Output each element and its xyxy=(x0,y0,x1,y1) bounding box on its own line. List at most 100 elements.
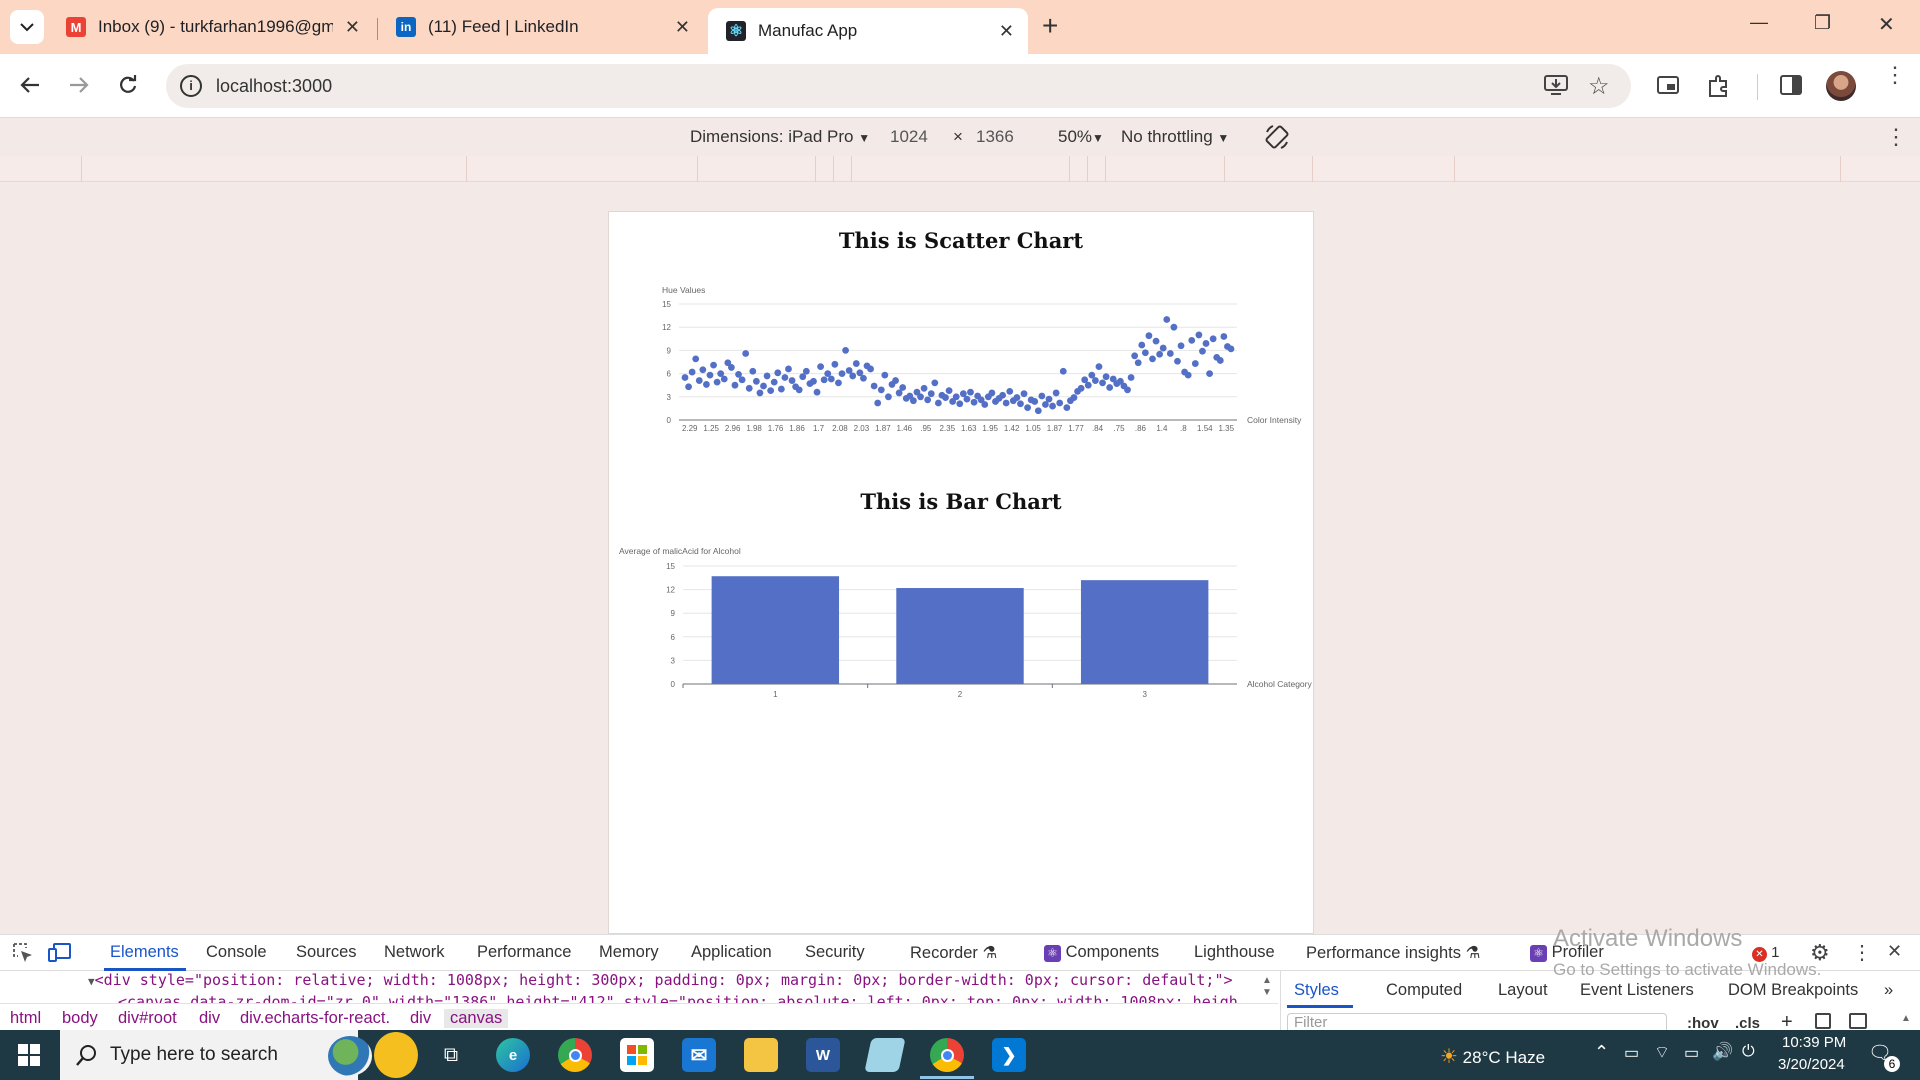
vscode-icon[interactable]: ❯ xyxy=(992,1038,1026,1072)
forward-button[interactable] xyxy=(63,69,95,101)
scatter-point xyxy=(1163,316,1171,323)
tab-styles[interactable]: Styles xyxy=(1294,981,1339,1000)
wifi-icon[interactable]: ⌔ xyxy=(1654,1042,1670,1063)
window-close-button[interactable]: ✕ xyxy=(1878,12,1895,37)
tab-application[interactable]: Application xyxy=(691,943,772,962)
minimize-button[interactable]: — xyxy=(1750,12,1768,33)
extensions-icon[interactable] xyxy=(1707,74,1731,103)
word-icon[interactable]: W xyxy=(806,1038,840,1072)
chrome-active-icon[interactable] xyxy=(930,1038,964,1072)
dom-tree-line[interactable]: ▼<div style="position: relative; width: … xyxy=(0,971,1278,993)
devtools-close-icon[interactable]: ✕ xyxy=(1887,941,1902,962)
tab-lighthouse[interactable]: Lighthouse xyxy=(1194,943,1275,962)
dom-tree-line[interactable]: <canvas data-zr-dom-id="zr_0" width="138… xyxy=(0,993,1278,1003)
tab-security[interactable]: Security xyxy=(805,943,865,962)
microsoft-store-icon[interactable] xyxy=(620,1038,654,1072)
clock-time[interactable]: 10:39 PM xyxy=(1782,1034,1846,1051)
tab-manufac-app[interactable]: ⚛ Manufac App ✕ xyxy=(708,8,1028,54)
mail-icon[interactable]: ✉ xyxy=(682,1038,716,1072)
scatter-point xyxy=(749,367,757,375)
tab-console[interactable]: Console xyxy=(206,943,267,962)
devtools-menu-icon[interactable]: ⋮ xyxy=(1852,940,1872,965)
breadcrumb-item-selected[interactable]: canvas xyxy=(444,1009,509,1028)
expand-triangle-icon[interactable]: ▼ xyxy=(88,975,95,988)
tab-linkedin[interactable]: in (11) Feed | LinkedIn ✕ xyxy=(378,8,704,46)
battery-icon[interactable]: ▭ xyxy=(1684,1043,1699,1063)
picture-in-picture-icon[interactable] xyxy=(1657,76,1679,99)
width-input[interactable]: 1024 xyxy=(890,127,928,147)
emulated-page-viewport: This is Scatter Chart Hue Values 0 3 6 9 12 15… xyxy=(608,211,1314,934)
power-status-icon[interactable]: ⏻ xyxy=(1742,1043,1755,1061)
tab-elements[interactable]: Elements xyxy=(110,943,179,962)
scatter-point xyxy=(1216,357,1224,364)
dimensions-dropdown[interactable]: Dimensions: iPad Pro ▼ xyxy=(690,127,870,147)
throttling-dropdown[interactable]: No throttling ▼ xyxy=(1121,127,1229,147)
tab-performance-insights[interactable]: Performance insights ⚗ xyxy=(1306,943,1480,963)
panel-scroll-arrow-icon[interactable]: ▲ xyxy=(1901,1013,1911,1024)
tab-memory[interactable]: Memory xyxy=(599,943,659,962)
meet-now-icon[interactable]: ▭ xyxy=(1624,1043,1639,1063)
breadcrumb-item[interactable]: body xyxy=(62,1009,98,1028)
url-text[interactable]: localhost:3000 xyxy=(216,76,332,97)
tab-recorder[interactable]: Recorder ⚗ xyxy=(910,943,997,963)
breadcrumb-item[interactable]: div xyxy=(410,1009,431,1028)
notes-app-icon[interactable] xyxy=(864,1038,906,1072)
device-toolbar-menu-icon[interactable]: ⋮ xyxy=(1885,124,1907,150)
profile-avatar[interactable] xyxy=(1826,71,1856,101)
back-button[interactable] xyxy=(14,69,46,101)
device-toolbar-toggle-icon[interactable] xyxy=(48,943,72,968)
show-hidden-icons-chevron-icon[interactable]: ⌃ xyxy=(1594,1042,1609,1063)
tab-computed[interactable]: Computed xyxy=(1386,981,1462,1000)
clock-date[interactable]: 3/20/2024 xyxy=(1778,1056,1845,1073)
tab-layout[interactable]: Layout xyxy=(1498,981,1548,1000)
file-explorer-icon[interactable] xyxy=(744,1038,778,1072)
bookmark-star-icon[interactable]: ☆ xyxy=(1588,72,1610,101)
close-icon[interactable]: ✕ xyxy=(675,17,690,38)
scatter-chart[interactable]: Hue Values 0 3 6 9 12 15 Color Intensity 2.29 1.2… xyxy=(609,277,1313,507)
tab-components[interactable]: ⚛ Components xyxy=(1044,943,1159,962)
scatter-point xyxy=(695,377,703,384)
close-icon[interactable]: ✕ xyxy=(345,17,360,38)
tab-dom-breakpoints[interactable]: DOM Breakpoints xyxy=(1728,981,1858,1000)
breadcrumb-item[interactable]: div#root xyxy=(118,1009,177,1028)
tab-search-button[interactable] xyxy=(10,10,44,44)
media-query-ruler[interactable] xyxy=(0,156,1920,182)
sidebar-toggle-icon[interactable] xyxy=(1849,1013,1867,1029)
task-view-icon[interactable]: ⧉ xyxy=(434,1038,468,1072)
taskbar-search-box[interactable]: Type here to search xyxy=(60,1030,418,1080)
install-app-icon[interactable] xyxy=(1544,74,1568,101)
breadcrumb-item[interactable]: div.echarts-for-react. xyxy=(240,1009,390,1028)
breadcrumb-item[interactable]: div xyxy=(199,1009,220,1028)
close-icon[interactable]: ✕ xyxy=(999,21,1014,42)
rotate-icon[interactable] xyxy=(1264,124,1290,155)
tab-network[interactable]: Network xyxy=(384,943,445,962)
dom-scrollbar[interactable]: ▲ ▼ xyxy=(1262,975,1272,999)
site-info-icon[interactable]: i xyxy=(180,75,202,97)
menu-kebab-icon[interactable]: ⋮ xyxy=(1884,64,1906,86)
restore-button[interactable]: ❐ xyxy=(1814,12,1831,35)
weather-text: 28°C Haze xyxy=(1462,1048,1546,1067)
tab-gmail[interactable]: M Inbox (9) - turkfarhan1996@gm ✕ xyxy=(48,8,374,46)
zoom-dropdown[interactable]: 50%▼ xyxy=(1058,127,1104,147)
scatter-point xyxy=(727,364,735,371)
windows-start-button[interactable] xyxy=(18,1044,40,1071)
reload-button[interactable] xyxy=(112,69,144,101)
tab-event-listeners[interactable]: Event Listeners xyxy=(1580,981,1694,1000)
side-panel-icon[interactable] xyxy=(1780,75,1802,100)
computed-styles-toggle-icon[interactable] xyxy=(1815,1013,1831,1029)
volume-icon[interactable]: 🔊 xyxy=(1712,1042,1733,1062)
bar-chart-title: This is Bar Chart xyxy=(860,489,1062,514)
bar-chart[interactable]: Average of malicAcid for Alcohol03691215… xyxy=(609,542,1313,727)
more-tabs-chevron-icon[interactable]: » xyxy=(1884,981,1893,1000)
tab-performance[interactable]: Performance xyxy=(477,943,571,962)
tab-sources[interactable]: Sources xyxy=(296,943,357,962)
height-input[interactable]: 1366 xyxy=(976,127,1014,147)
address-bar[interactable]: i localhost:3000 ☆ xyxy=(166,64,1631,108)
x-tick-label: .95 xyxy=(920,424,932,433)
inspect-element-icon[interactable] xyxy=(12,942,34,969)
new-tab-button[interactable]: + xyxy=(1042,10,1058,42)
breadcrumb-item[interactable]: html xyxy=(10,1009,41,1028)
edge-browser-icon[interactable]: e xyxy=(496,1038,530,1072)
chrome-icon[interactable] xyxy=(558,1038,592,1072)
weather-widget[interactable]: ☀ 28°C Haze xyxy=(1440,1044,1545,1069)
